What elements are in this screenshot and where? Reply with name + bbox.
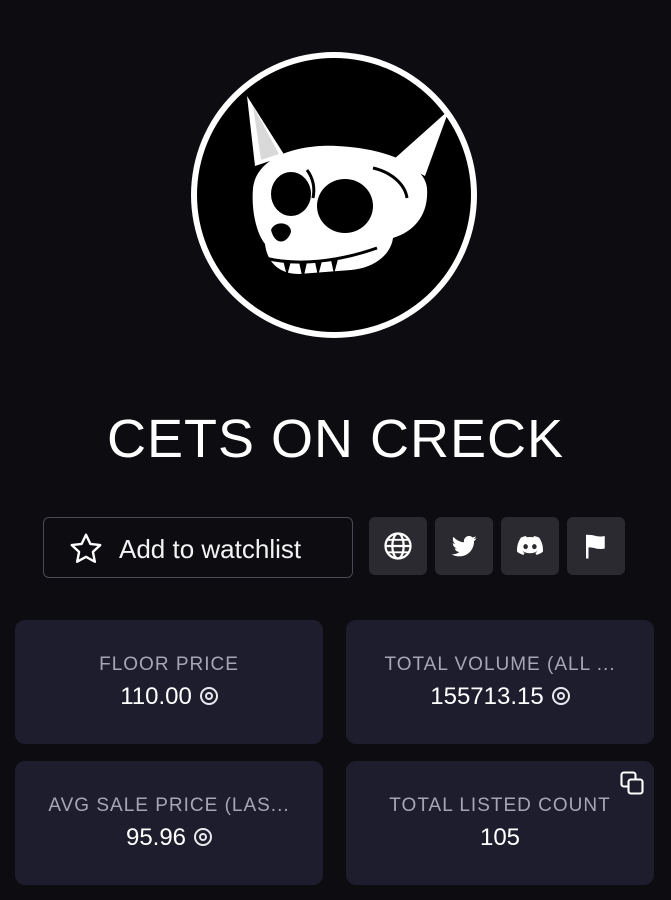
total-volume-value: 155713.15 xyxy=(430,683,544,710)
avg-sale-price-card: AVG SALE PRICE (LAS... 95.96 xyxy=(15,761,323,885)
floor-price-card: FLOOR PRICE 110.00 xyxy=(15,620,323,744)
currency-icon xyxy=(551,687,570,705)
avg-sale-price-value: 95.96 xyxy=(125,824,187,851)
twitter-icon xyxy=(451,535,477,557)
discord-icon xyxy=(517,536,543,555)
collection-title: CETS ON CRECK xyxy=(106,409,565,469)
star-icon xyxy=(70,533,102,563)
avg-sale-price-label: AVG SALE PRICE (LAS... xyxy=(48,795,290,816)
total-listed-count-value-row: 105 xyxy=(346,824,654,852)
currency-icon xyxy=(199,687,218,705)
discord-button[interactable] xyxy=(501,517,559,575)
report-button[interactable] xyxy=(567,517,625,575)
globe-icon xyxy=(384,532,412,560)
total-listed-count-label: TOTAL LISTED COUNT xyxy=(389,795,611,816)
watchlist-label: Add to watchlist xyxy=(119,534,302,564)
total-listed-count-value: 105 xyxy=(479,824,521,851)
floor-price-value-row: 110.00 xyxy=(15,683,323,711)
avg-sale-price-value-row: 95.96 xyxy=(15,824,323,852)
flag-icon xyxy=(586,534,605,559)
floor-price-value: 110.00 xyxy=(120,683,192,710)
currency-icon xyxy=(194,828,213,846)
total-volume-value-row: 155713.15 xyxy=(346,683,654,711)
total-listed-count-card: TOTAL LISTED COUNT 105 xyxy=(346,761,654,885)
collection-logo xyxy=(187,48,481,342)
floor-price-label: FLOOR PRICE xyxy=(99,654,239,675)
cat-skull-logo-icon xyxy=(191,52,477,338)
twitter-button[interactable] xyxy=(435,517,493,575)
add-to-watchlist-button[interactable]: Add to watchlist xyxy=(43,517,353,578)
total-volume-card: TOTAL VOLUME (ALL ... 155713.15 xyxy=(346,620,654,744)
website-button[interactable] xyxy=(369,517,427,575)
total-volume-label: TOTAL VOLUME (ALL ... xyxy=(384,654,616,675)
copy-icon[interactable] xyxy=(618,769,646,797)
